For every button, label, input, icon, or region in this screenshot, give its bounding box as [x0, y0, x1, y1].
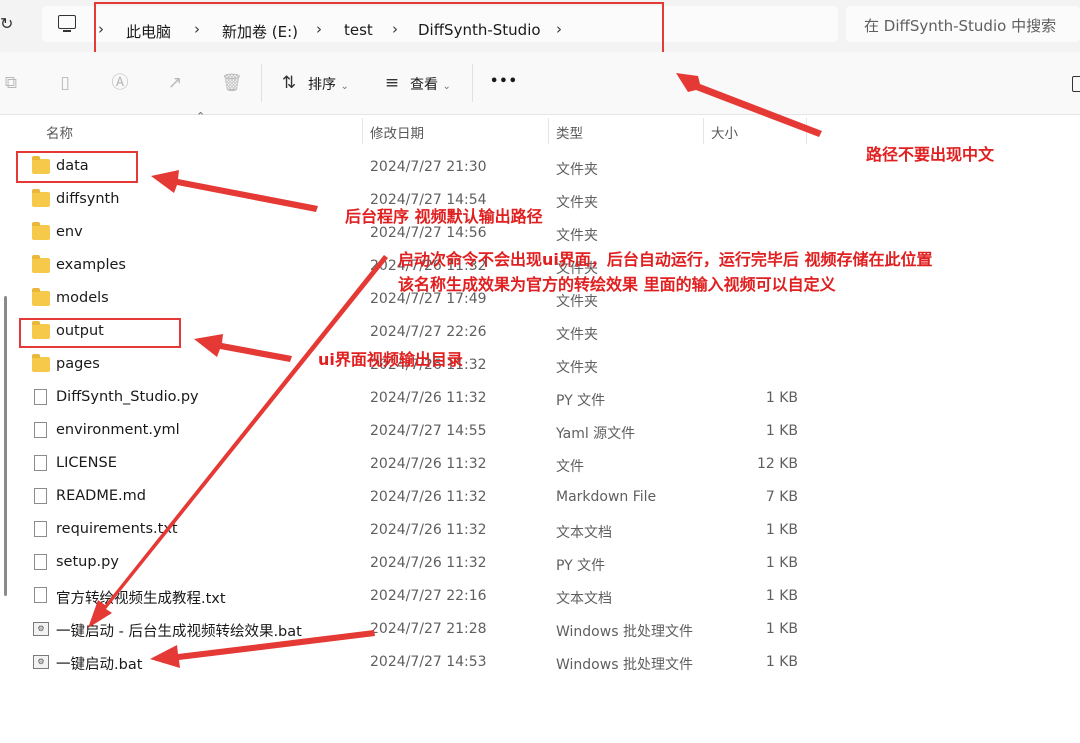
bat-note-line2: 该名称生成效果为官方的转绘效果 里面的输入视频可以自定义 — [398, 275, 836, 294]
bat-note-line1: 启动次命令不会出现ui界面，后台自动运行，运行完毕后 视频存储在此位置 — [398, 250, 933, 269]
path-note: 路径不要出现中文 — [866, 145, 995, 164]
annotation-arrows — [88, 73, 822, 668]
arrow-to-data — [151, 170, 318, 212]
arrow-to-bat — [150, 630, 375, 668]
data-note: 后台程序 视频默认输出路径 — [345, 207, 543, 226]
arrow-to-background-bat — [88, 255, 388, 628]
arrow-to-path — [676, 73, 822, 137]
arrow-to-output — [194, 334, 292, 362]
output-note: ui界面视频输出目录 — [318, 350, 463, 369]
